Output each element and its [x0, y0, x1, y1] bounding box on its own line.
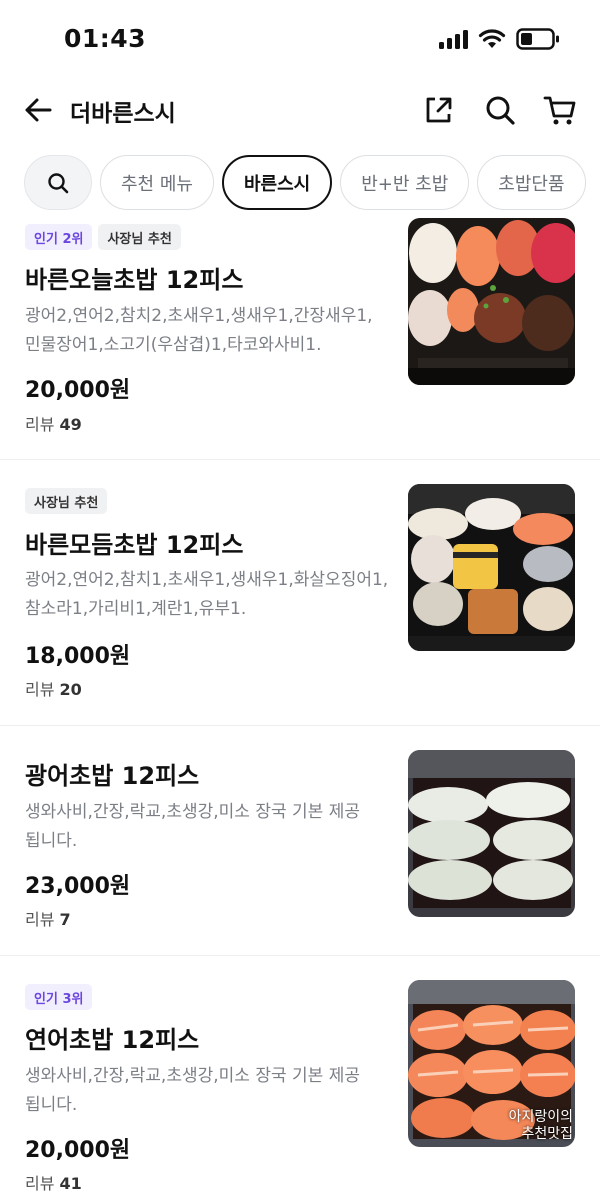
share-button[interactable]	[420, 92, 456, 128]
menu-item-description: 광어2,연어2,참치2,초새우1,생새우1,간장새우1,민물장어1,소고기(우삼…	[25, 306, 373, 355]
search-icon	[486, 96, 515, 125]
review-label: 리뷰	[25, 910, 55, 929]
review-label: 리뷰	[25, 415, 55, 434]
menu-item-description: 생와사비,간장,락교,초생강,미소 장국 기본 제공 됩니다.	[25, 802, 360, 851]
badge-group: 인기 2위 사장님 추천	[25, 224, 181, 250]
menu-item-name: 연어초밥 12피스	[25, 1026, 200, 1054]
menu-item-reviews: 리뷰 49	[25, 411, 82, 435]
review-count: 7	[59, 910, 71, 929]
owner-pick-badge: 사장님 추천	[25, 488, 108, 514]
menu-item-price: 18,000원	[25, 644, 131, 669]
sushi-platter-image	[408, 484, 575, 651]
menu-item[interactable]: 사장님 추천 바른모듬초밥 12피스 광어2,연어2,참치1,초새우1,생새우1…	[0, 460, 600, 726]
popular-badge: 인기 3위	[25, 984, 93, 1010]
status-icons	[438, 28, 560, 50]
share-icon	[426, 97, 452, 123]
review-count: 20	[59, 680, 82, 699]
menu-item-price: 20,000원	[25, 378, 131, 403]
owner-pick-badge: 사장님 추천	[98, 224, 181, 250]
cellular-signal-icon	[439, 30, 468, 49]
cart-icon	[543, 96, 576, 125]
store-title: 더바른스시	[70, 101, 176, 127]
review-count: 49	[59, 415, 82, 434]
battery-icon	[516, 28, 559, 50]
tab-recommended[interactable]: 추천 메뉴	[100, 155, 214, 210]
menu-item-image[interactable]	[408, 218, 575, 385]
search-icon	[48, 172, 69, 193]
status-bar: 01:43	[0, 0, 600, 80]
popular-badge: 인기 2위	[25, 224, 93, 250]
tab-barun-sushi[interactable]: 바른스시	[221, 155, 333, 210]
menu-item-reviews: 리뷰 20	[25, 676, 82, 700]
menu-item-name: 바른오늘초밥 12피스	[25, 266, 244, 294]
menu-item-name: 바른모듬초밥 12피스	[25, 531, 244, 559]
menu-item-description: 생와사비,간장,락교,초생강,미소 장국 기본 제공 됩니다.	[25, 1066, 360, 1115]
menu-item[interactable]: 광어초밥 12피스 생와사비,간장,락교,초생강,미소 장국 기본 제공 됩니다…	[0, 726, 600, 956]
menu-item[interactable]: 인기 2위 사장님 추천 바른오늘초밥 12피스 광어2,연어2,참치2,초새우…	[0, 218, 600, 460]
menu-item-price: 20,000원	[25, 1138, 131, 1163]
menu-item-price: 23,000원	[25, 874, 131, 899]
menu-item-reviews: 리뷰 7	[25, 906, 71, 930]
tab-single-sushi[interactable]: 초밥단품	[477, 155, 586, 210]
menu-item-description: 광어2,연어2,참치1,초새우1,생새우1,화살오징어1,참소라1,가리비1,계…	[25, 570, 389, 619]
cart-button[interactable]	[542, 92, 578, 128]
menu-item-name: 광어초밥 12피스	[25, 762, 200, 790]
app-header: 더바른스시	[0, 82, 600, 138]
flatfish-sushi-image	[408, 750, 575, 917]
review-count: 41	[59, 1174, 82, 1193]
tab-half-half[interactable]: 반+반 초밥	[340, 155, 470, 210]
sushi-platter-image	[408, 218, 575, 385]
menu-item-reviews: 리뷰 41	[25, 1170, 82, 1194]
search-button[interactable]	[482, 92, 518, 128]
menu-item[interactable]: 인기 3위 연어초밥 12피스 생와사비,간장,락교,초생강,미소 장국 기본 …	[0, 956, 600, 1195]
wifi-icon	[478, 29, 506, 48]
menu-item-image[interactable]	[408, 750, 575, 917]
badge-group: 사장님 추천	[25, 488, 108, 514]
status-time: 01:43	[64, 24, 147, 53]
review-label: 리뷰	[25, 680, 55, 699]
arrow-left-icon	[25, 98, 52, 122]
menu-search-button[interactable]	[24, 155, 92, 210]
badge-group: 인기 3위	[25, 984, 93, 1010]
menu-item-image[interactable]: 아지랑이의 추천맛집	[408, 980, 575, 1147]
image-watermark: 아지랑이의 추천맛집	[508, 1109, 573, 1142]
back-button[interactable]	[22, 94, 54, 126]
category-tabs: 추천 메뉴 바른스시 반+반 초밥 초밥단품	[24, 155, 600, 211]
menu-list: 인기 2위 사장님 추천 바른오늘초밥 12피스 광어2,연어2,참치2,초새우…	[0, 218, 600, 1195]
review-label: 리뷰	[25, 1174, 55, 1193]
menu-item-image[interactable]	[408, 484, 575, 651]
